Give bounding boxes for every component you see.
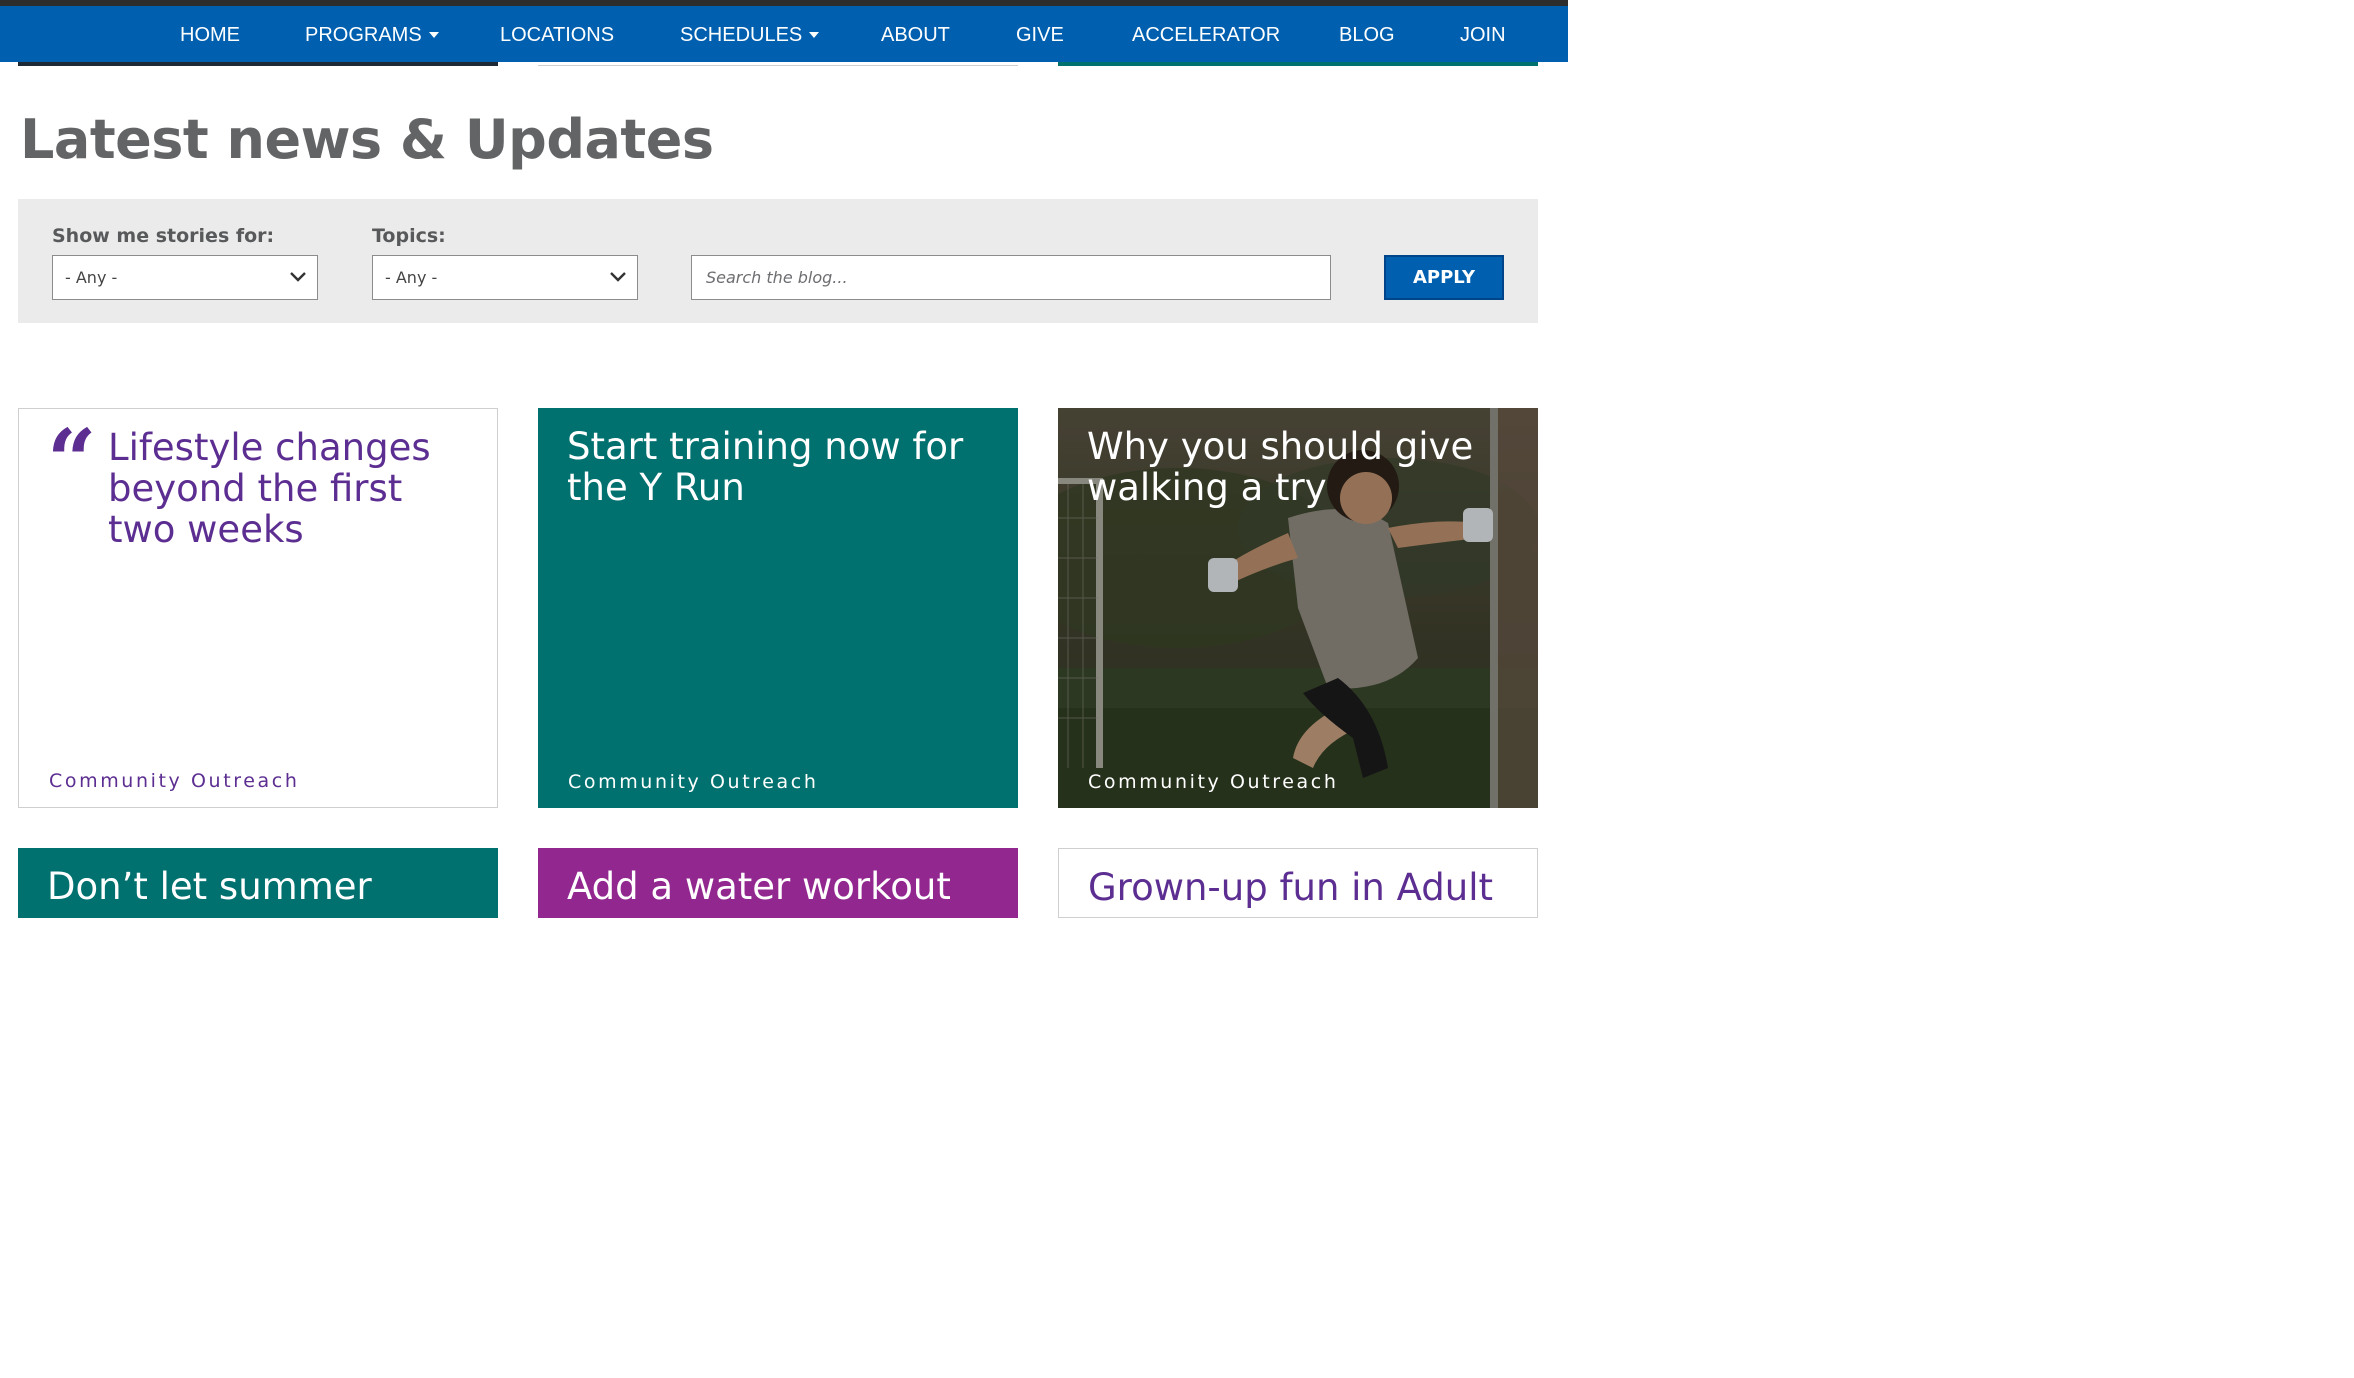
caret-down-icon — [428, 32, 439, 38]
caret-down-icon — [809, 32, 820, 38]
search-placeholder: Search the blog... — [706, 268, 848, 287]
nav-item-home[interactable]: HOME — [180, 6, 240, 62]
card-title: Grown-up fun in Adult — [1088, 866, 1494, 909]
card-title: Start training now for the Y Run — [567, 425, 964, 509]
blog-search-input[interactable]: Search the blog... — [691, 255, 1331, 300]
nav-item-locations[interactable]: LOCATIONS — [500, 6, 614, 62]
nav-item-schedules[interactable]: SCHEDULES — [680, 6, 820, 62]
previous-card-edge — [1058, 62, 1538, 66]
nav-item-label: GIVE — [1016, 24, 1064, 46]
blog-card[interactable]: Why you should give walking a try Commun… — [1058, 408, 1538, 808]
page-title: Latest news & Updates — [20, 108, 714, 171]
blog-card[interactable]: “ Lifestyle changes beyond the first two… — [18, 408, 498, 808]
nav-item-label: LOCATIONS — [500, 24, 615, 46]
nav-item-blog[interactable]: BLOG — [1339, 6, 1395, 62]
nav-item-give[interactable]: GIVE — [1016, 6, 1064, 62]
nav-item-programs[interactable]: PROGRAMS — [305, 6, 439, 62]
blog-card[interactable]: Grown-up fun in Adult — [1058, 848, 1538, 918]
topics-select-value: - Any - — [385, 268, 438, 287]
blog-card[interactable]: Add a water workout — [538, 848, 1018, 918]
blog-card[interactable]: Start training now for the Y Run Communi… — [538, 408, 1018, 808]
nav-item-join[interactable]: JOIN — [1460, 6, 1506, 62]
nav-item-label: PROGRAMS — [305, 24, 422, 46]
previous-card-edge — [538, 62, 1018, 66]
chevron-down-icon — [290, 272, 306, 282]
apply-button[interactable]: APPLY — [1384, 255, 1504, 300]
stories-select-value: - Any - — [65, 268, 118, 287]
nav-item-label: SCHEDULES — [680, 24, 803, 46]
nav-item-label: HOME — [180, 24, 240, 46]
blog-card[interactable]: Don’t let summer — [18, 848, 498, 918]
card-title: Add a water workout — [567, 865, 951, 908]
nav-item-label: ABOUT — [881, 24, 950, 46]
previous-card-edge — [18, 62, 498, 66]
stories-filter-label: Show me stories for: — [52, 225, 275, 247]
blog-filter-bar: Show me stories for: - Any - Topics: - A… — [18, 199, 1538, 323]
stories-select[interactable]: - Any - — [52, 255, 318, 300]
card-title: Don’t let summer — [47, 865, 372, 908]
card-category[interactable]: Community Outreach — [1088, 771, 1338, 793]
topics-select[interactable]: - Any - — [372, 255, 638, 300]
topics-filter-label: Topics: — [372, 225, 446, 247]
card-category[interactable]: Community Outreach — [568, 771, 818, 793]
nav-item-accelerator[interactable]: ACCELERATOR — [1132, 6, 1280, 62]
card-title: Why you should give walking a try — [1087, 425, 1474, 509]
card-title: Lifestyle changes beyond the first two w… — [108, 426, 431, 551]
nav-item-label: ACCELERATOR — [1132, 24, 1281, 46]
card-category[interactable]: Community Outreach — [49, 770, 299, 792]
quote-icon: “ — [47, 411, 97, 512]
chevron-down-icon — [610, 272, 626, 282]
nav-item-label: BLOG — [1339, 24, 1395, 46]
nav-item-about[interactable]: ABOUT — [881, 6, 950, 62]
main-navigation: HOME PROGRAMS LOCATIONS SCHEDULES ABOUT … — [0, 6, 1568, 62]
nav-item-label: JOIN — [1460, 24, 1506, 46]
